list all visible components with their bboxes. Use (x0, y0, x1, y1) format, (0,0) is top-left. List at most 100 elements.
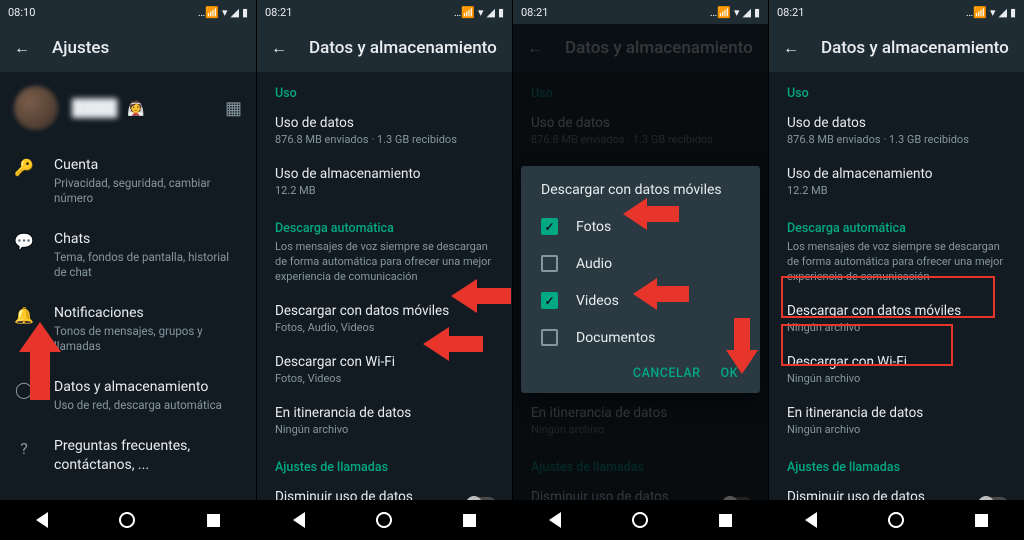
ok-button[interactable]: OK (720, 366, 738, 381)
avatar (14, 86, 58, 130)
page-title: Datos y almacenamiento (821, 38, 1009, 58)
screen-settings: 08:10 …📶 ▾ ◢ ▮ ← Ajustes ████ 👰 ▦ 🔑 Cuen… (0, 0, 256, 540)
profile-row[interactable]: ████ 👰 ▦ (0, 72, 256, 144)
nav-recents-icon[interactable] (463, 514, 476, 527)
section-usage: Uso (769, 72, 1024, 105)
pref-wifi-download[interactable]: Descargar con Wi-FiFotos, Videos (257, 344, 512, 395)
status-bar: 08:10 …📶 ▾ ◢ ▮ (0, 0, 256, 24)
pref-wifi-download[interactable]: Descargar con Wi-FiNingún archivo (769, 344, 1024, 395)
nav-back-icon[interactable] (549, 512, 561, 528)
pref-data-usage[interactable]: Uso de datos876.8 MB enviados · 1.3 GB r… (769, 105, 1024, 156)
pref-data-usage[interactable]: Uso de datos876.8 MB enviados · 1.3 GB r… (257, 105, 512, 156)
checkbox-icon[interactable]: ✓ (541, 218, 558, 235)
screen-storage-dialog: 08:21 …📶▾◢▮ ← Datos y almacenamiento Uso… (512, 0, 768, 540)
signal-icon: ◢ (230, 7, 238, 18)
chat-icon: 💬 (14, 232, 34, 251)
status-icons: …📶▾◢▮ (710, 7, 760, 18)
checkbox-icon[interactable]: ✓ (541, 292, 558, 309)
section-autodownload: Descarga automática (257, 207, 512, 240)
check-row-fotos[interactable]: ✓Fotos (527, 208, 754, 245)
pref-low-data[interactable]: Disminuir uso de datosReduce los datos d… (769, 479, 1024, 500)
app-bar: ← Datos y almacenamiento (257, 24, 512, 72)
settings-item-data-storage[interactable]: ◯ Datos y almacenamientoUso de red, desc… (0, 366, 256, 425)
switch-toggle[interactable] (978, 497, 1008, 500)
cancel-button[interactable]: CANCELAR (633, 366, 701, 381)
wifi-icon: ▾ (222, 7, 228, 18)
navigation-bar (0, 500, 256, 540)
pref-storage-usage[interactable]: Uso de almacenamiento12.2 MB (769, 156, 1024, 207)
app-bar: ← Ajustes (0, 24, 256, 72)
settings-item-help[interactable]: ? Preguntas frecuentes, contáctanos, ... (0, 425, 256, 485)
nav-recents-icon[interactable] (975, 514, 988, 527)
back-icon[interactable]: ← (783, 38, 799, 58)
settings-list: ████ 👰 ▦ 🔑 CuentaPrivacidad, seguridad, … (0, 72, 256, 500)
item-title: Preguntas frecuentes, contáctanos, ... (54, 437, 242, 473)
storage-list: Uso Uso de datos876.8 MB enviados · 1.3 … (769, 72, 1024, 500)
settings-item-account[interactable]: 🔑 CuentaPrivacidad, seguridad, cambiar n… (0, 144, 256, 218)
profile-name: ████ (72, 98, 117, 117)
status-icons: …📶▾◢▮ (966, 7, 1016, 18)
checkbox-icon[interactable] (541, 255, 558, 272)
status-icons: …📶▾◢▮ (454, 7, 504, 18)
item-title: Notificaciones (54, 304, 242, 322)
pref-roaming-download[interactable]: En itinerancia de datosNingún archivo (257, 395, 512, 446)
section-autodownload-desc: Los mensajes de voz siempre se descargan… (769, 240, 1024, 293)
nav-back-icon[interactable] (805, 512, 817, 528)
nav-home-icon[interactable] (888, 512, 904, 528)
item-title: Chats (54, 230, 242, 248)
status-icons: …📶 ▾ ◢ ▮ (198, 7, 248, 18)
pref-low-data[interactable]: Disminuir uso de datosReduce los datos d… (257, 479, 512, 500)
back-icon[interactable]: ← (271, 38, 287, 58)
switch-toggle[interactable] (466, 497, 496, 500)
pref-roaming-download[interactable]: En itinerancia de datosNingún archivo (769, 395, 1024, 446)
settings-item-invite[interactable]: 👥 Invitar amigos (0, 486, 256, 500)
nav-back-icon[interactable] (36, 512, 48, 528)
app-bar: ← Datos y almacenamiento (769, 24, 1024, 72)
pref-storage-usage[interactable]: Uso de almacenamiento12.2 MB (257, 156, 512, 207)
item-sub: Privacidad, seguridad, cambiar número (54, 176, 242, 206)
navigation-bar (769, 500, 1024, 540)
pref-mobile-download[interactable]: Descargar con datos móvilesNingún archiv… (769, 293, 1024, 344)
screen-storage: 08:21 …📶▾◢▮ ← Datos y almacenamiento Uso… (256, 0, 512, 540)
help-icon: ? (14, 439, 34, 458)
checkbox-icon[interactable] (541, 329, 558, 346)
nav-home-icon[interactable] (119, 512, 135, 528)
dialog-mobile-download: Descargar con datos móviles ✓Fotos Audio… (521, 166, 760, 393)
navigation-bar (513, 500, 768, 540)
check-row-audio[interactable]: Audio (527, 245, 754, 282)
nav-home-icon[interactable] (632, 512, 648, 528)
nav-recents-icon[interactable] (207, 514, 220, 527)
nav-back-icon[interactable] (293, 512, 305, 528)
section-calls: Ajustes de llamadas (769, 446, 1024, 479)
item-sub: Tema, fondos de pantalla, historial de c… (54, 250, 242, 280)
page-title: Datos y almacenamiento (309, 38, 497, 58)
check-row-documentos[interactable]: Documentos (527, 319, 754, 356)
clock: 08:10 (8, 6, 35, 19)
settings-item-notifications[interactable]: 🔔 Notificaciones Tonos de mensajes, grupo… (0, 292, 256, 366)
nav-home-icon[interactable] (376, 512, 392, 528)
status-bar: 08:21 …📶▾◢▮ (513, 0, 768, 24)
nav-recents-icon[interactable] (719, 514, 732, 527)
data-icon: ◯ (14, 380, 34, 399)
status-bar: 08:21 …📶▾◢▮ (257, 0, 512, 24)
clock: 08:21 (265, 6, 292, 19)
pref-mobile-download[interactable]: Descargar con datos móvilesFotos, Audio,… (257, 293, 512, 344)
back-icon[interactable]: ← (14, 38, 30, 58)
volte-icon: …📶 (198, 7, 219, 18)
item-sub: Uso de red, descarga automática (54, 398, 242, 413)
key-icon: 🔑 (14, 158, 34, 177)
item-sub: Tonos de mensajes, grupos y llamadas (54, 324, 242, 354)
bell-icon: 🔔 (14, 306, 34, 325)
dialog-actions: CANCELAR OK (527, 356, 754, 387)
screen-storage-result: 08:21 …📶▾◢▮ ← Datos y almacenamiento Uso… (768, 0, 1024, 540)
clock: 08:21 (777, 6, 804, 19)
check-row-videos[interactable]: ✓Videos (527, 282, 754, 319)
dialog-title: Descargar con datos móviles (527, 182, 754, 208)
section-calls: Ajustes de llamadas (257, 446, 512, 479)
settings-item-chats[interactable]: 💬 Chats Tema, fondos de pantalla, histori… (0, 218, 256, 292)
page-title: Ajustes (52, 38, 109, 58)
navigation-bar (257, 500, 512, 540)
profile-emoji: 👰 (127, 101, 144, 117)
qr-icon[interactable]: ▦ (225, 98, 242, 119)
section-autodownload: Descarga automática (769, 207, 1024, 240)
